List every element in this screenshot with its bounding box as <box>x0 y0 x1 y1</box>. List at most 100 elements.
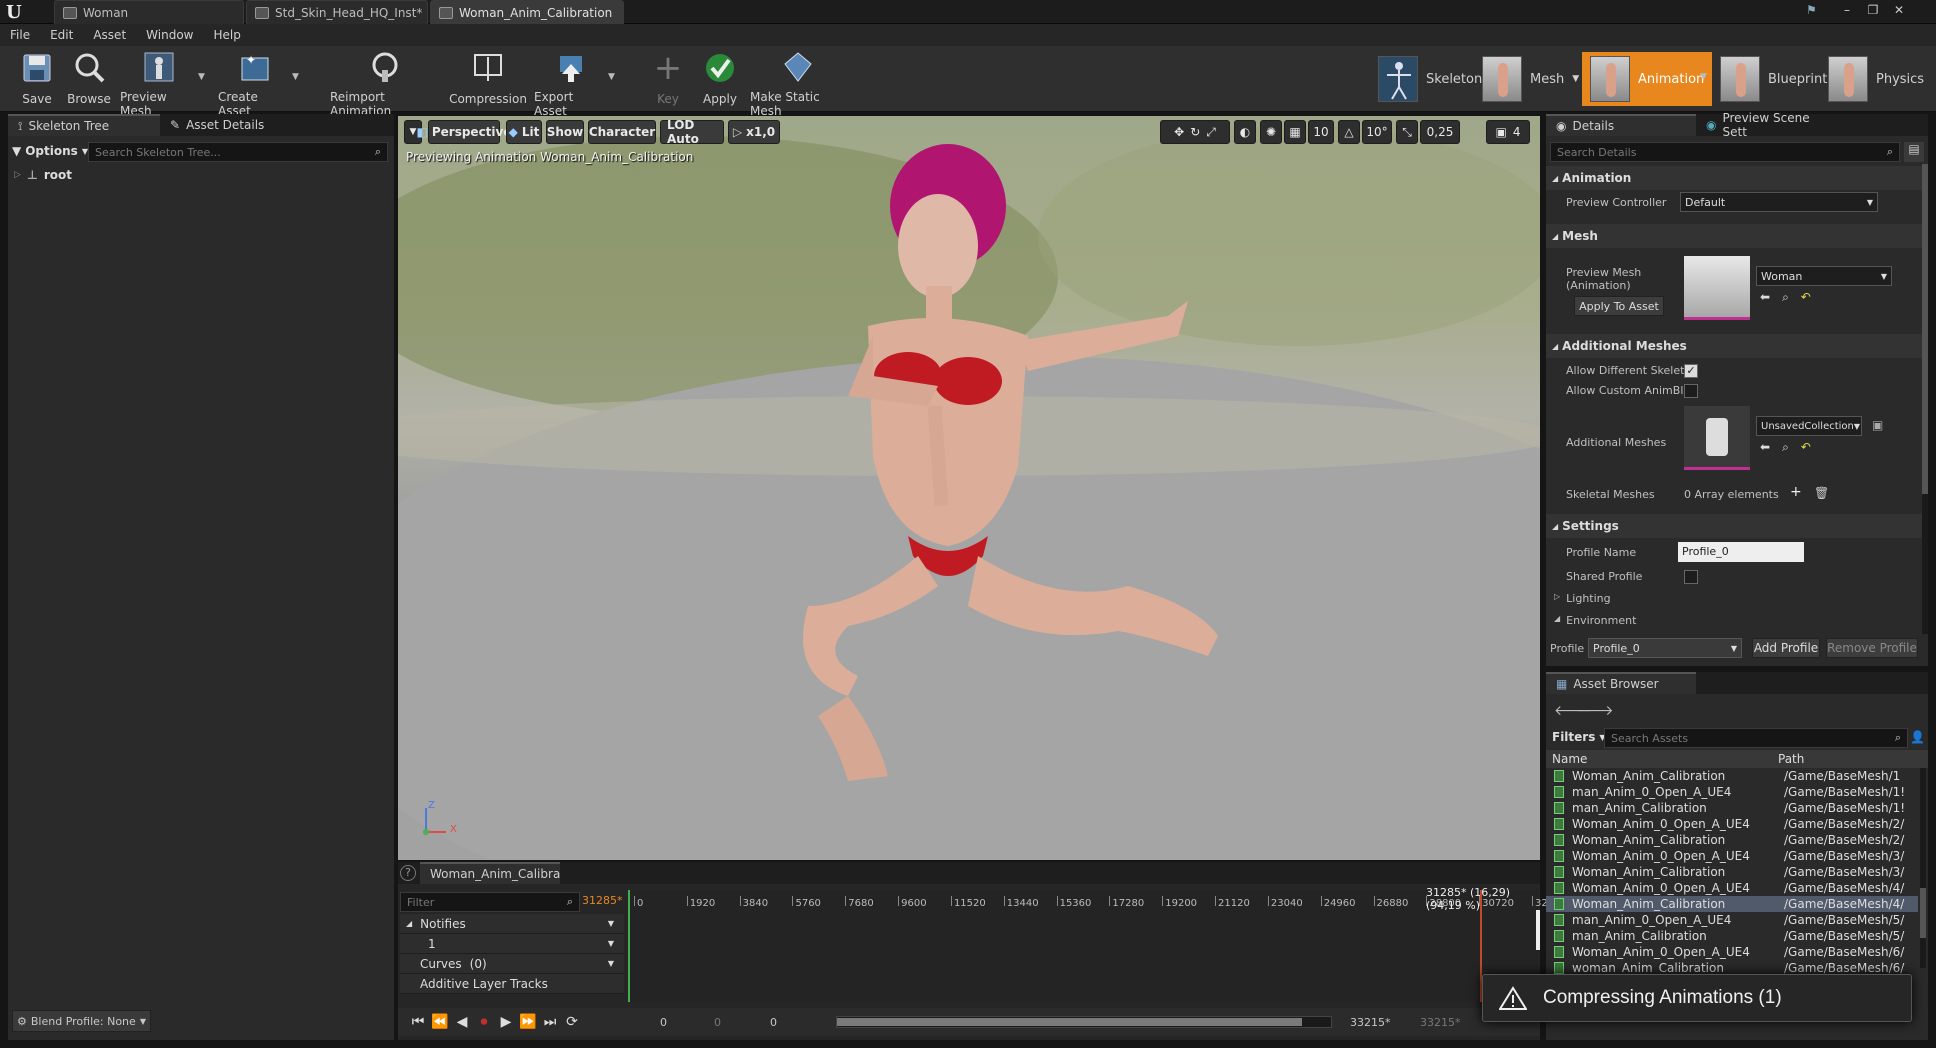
playback-speed-button[interactable]: ▷ x1,0 <box>728 120 780 144</box>
environment-group[interactable]: ◢ Environment <box>1554 614 1636 627</box>
preview-mesh-thumbnail[interactable] <box>1684 256 1750 320</box>
step-back-icon[interactable]: ⏪ <box>430 1012 450 1032</box>
mode-physics-button[interactable]: Physics <box>1820 52 1932 106</box>
allow-custom-checkbox[interactable] <box>1684 384 1698 398</box>
create-asset-dropdown-icon[interactable]: ▼ <box>292 72 302 82</box>
create-asset-button[interactable]: ✦ Create Asset <box>218 50 292 118</box>
perspective-button[interactable]: ◧ Perspective <box>417 120 512 144</box>
tab-asset-details[interactable]: ✎ Asset Details <box>160 114 310 136</box>
viewport[interactable]: ▼ ◧ Perspective ◆ Lit Show Character LOD… <box>398 116 1540 860</box>
delete-icon[interactable]: 🗑 <box>1814 486 1829 500</box>
track-notify-1[interactable]: 1 ▼ <box>400 934 624 954</box>
mode-mesh-dropdown-icon[interactable]: ▼ <box>1572 74 1579 84</box>
grid-snap-icon[interactable]: ▦ <box>1284 120 1306 144</box>
rotate-icon[interactable]: ↻ <box>1190 125 1200 139</box>
lit-button[interactable]: ◆ Lit <box>506 120 542 144</box>
asset-list-scrollbar[interactable] <box>1920 768 1926 968</box>
close-icon[interactable]: ✕ <box>1888 2 1910 18</box>
timeline-ruler[interactable]: 0 1920 3840 5760 7680 9600 11520 13440 15360 1728… <box>630 896 1548 912</box>
mode-mesh-button[interactable]: Mesh ▼ <box>1474 52 1587 106</box>
section-additional-meshes[interactable]: ◢ Additional Meshes <box>1546 334 1928 358</box>
end-frame-label[interactable]: 33215* <box>1350 1016 1391 1029</box>
add-element-icon[interactable]: + <box>1790 484 1802 500</box>
track-additive[interactable]: Additive Layer Tracks <box>400 974 624 994</box>
reset-icon[interactable]: ↶ <box>1801 440 1811 455</box>
mode-skeleton-button[interactable]: Skeleton <box>1370 52 1490 106</box>
use-selected-arrow-icon[interactable]: ⬅ <box>1760 440 1770 455</box>
tab-preview-scene[interactable]: ◉ Preview Scene Sett <box>1696 111 1846 139</box>
play-icon[interactable]: ▶ <box>496 1012 516 1032</box>
character-button[interactable]: Character <box>588 120 656 144</box>
skip-to-end-icon[interactable]: ⏭ <box>540 1012 560 1032</box>
user-icon[interactable]: 👤 <box>1910 730 1925 744</box>
rotation-snap-value[interactable]: 10° <box>1362 120 1392 144</box>
asset-row[interactable]: man_Anim_Calibration/Game/BaseMesh/1! <box>1546 800 1918 816</box>
profile-name-input[interactable]: Profile_0 <box>1678 542 1804 562</box>
asset-row[interactable]: Woman_Anim_0_Open_A_UE4/Game/BaseMesh/3/ <box>1546 848 1918 864</box>
doc-tab-material[interactable]: Std_Skin_Head_HQ_Inst* <box>246 0 428 24</box>
menu-asset[interactable]: Asset <box>83 28 136 42</box>
browse-asset-icon[interactable]: ⌕ <box>1782 290 1789 305</box>
timeline-filter-input[interactable]: Filter ⌕ <box>400 892 580 912</box>
col-name-header[interactable]: Name <box>1546 752 1778 766</box>
details-scrollbar[interactable] <box>1922 164 1928 634</box>
mode-blueprint-button[interactable]: Blueprint <box>1712 52 1835 106</box>
section-mesh[interactable]: ◢ Mesh <box>1546 224 1928 248</box>
range-b[interactable]: 0 <box>770 1016 777 1029</box>
asset-row[interactable]: Woman_Anim_0_Open_A_UE4/Game/BaseMesh/4/ <box>1546 880 1918 896</box>
preview-controller-combo[interactable]: Default ▼ <box>1680 192 1878 212</box>
make-static-mesh-button[interactable]: Make Static Mesh <box>750 50 846 118</box>
rotation-snap-icon[interactable]: △ <box>1338 120 1360 144</box>
help-icon[interactable]: ? <box>400 865 416 881</box>
shared-profile-checkbox[interactable] <box>1684 570 1698 584</box>
track-curves[interactable]: Curves (0) ▼ <box>400 954 624 974</box>
play-reverse-icon[interactable]: ◀ <box>452 1012 472 1032</box>
asset-search-input[interactable]: Search Assets ⌕ <box>1604 728 1908 748</box>
step-forward-icon[interactable]: ⏩ <box>518 1012 538 1032</box>
additional-meshes-thumbnail[interactable] <box>1684 406 1750 470</box>
allow-different-checkbox[interactable]: ✓ <box>1684 364 1698 378</box>
reset-icon[interactable]: ↶ <box>1801 290 1811 305</box>
world-local-icon[interactable]: ◐ <box>1234 120 1256 144</box>
grid-snap-value[interactable]: 10 <box>1308 120 1334 144</box>
menu-file[interactable]: File <box>0 28 40 42</box>
menu-window[interactable]: Window <box>136 28 203 42</box>
show-button[interactable]: Show <box>546 120 584 144</box>
browse-asset-icon[interactable]: ⌕ <box>1782 440 1789 455</box>
additional-meshes-combo[interactable]: UnsavedCollection ▼ <box>1756 416 1862 436</box>
range-start[interactable]: 0 <box>660 1016 667 1029</box>
asset-row[interactable]: Woman_Anim_Calibration/Game/BaseMesh/1 <box>1546 768 1918 784</box>
apply-button[interactable]: Apply <box>700 50 740 110</box>
filters-dropdown[interactable]: Filters ▼ <box>1552 730 1606 744</box>
browse-button[interactable]: Browse <box>64 50 114 110</box>
maximize-icon[interactable]: ❐ <box>1862 2 1884 18</box>
skeleton-search-input[interactable]: Search Skeleton Tree... ⌕ <box>88 142 388 162</box>
use-selected-arrow-icon[interactable]: ⬅ <box>1760 290 1770 305</box>
profile-combo[interactable]: Profile_0 ▼ <box>1588 638 1742 658</box>
asset-row[interactable]: Woman_Anim_0_Open_A_UE4/Game/BaseMesh/2/ <box>1546 816 1918 832</box>
notifies-dropdown-icon[interactable]: ▼ <box>608 919 614 928</box>
reimport-animation-button[interactable]: Reimport Animation <box>330 50 440 118</box>
remove-profile-button[interactable]: Remove Profile <box>1826 638 1918 658</box>
asset-row[interactable]: Woman_Anim_Calibration/Game/BaseMesh/2/ <box>1546 832 1918 848</box>
save-collection-icon[interactable]: ▣ <box>1872 418 1883 432</box>
asset-row[interactable]: man_Anim_Calibration/Game/BaseMesh/5/ <box>1546 928 1918 944</box>
record-icon[interactable]: ⏺ <box>474 1012 494 1032</box>
col-path-header[interactable]: Path <box>1778 752 1804 766</box>
asset-row[interactable]: Woman_Anim_0_Open_A_UE4/Game/BaseMesh/6/ <box>1546 944 1918 960</box>
scale-snap-icon[interactable]: ⤡ <box>1396 120 1418 144</box>
blend-profile-dropdown[interactable]: ⚙ Blend Profile: None ▼ <box>12 1010 151 1032</box>
preview-mesh-combo[interactable]: Woman ▼ <box>1756 266 1892 286</box>
doc-tab-animation[interactable]: Woman_Anim_Calibration <box>430 0 624 24</box>
tab-asset-browser[interactable]: ▦ Asset Browser <box>1546 672 1696 694</box>
lod-button[interactable]: LOD Auto <box>660 118 724 146</box>
mode-animation-dropdown-icon[interactable]: ▼ <box>1700 72 1707 82</box>
save-button[interactable]: Save <box>14 50 60 110</box>
forward-arrow-icon[interactable]: 🡒 <box>1576 702 1614 719</box>
range-a[interactable]: 0 <box>714 1016 721 1029</box>
timeline-track-area[interactable]: 0 1920 3840 5760 7680 9600 11520 13440 15360 1728… <box>628 886 1548 1002</box>
preview-mesh-button[interactable]: Preview Mesh <box>120 50 198 118</box>
menu-help[interactable]: Help <box>203 28 250 42</box>
minimize-icon[interactable]: – <box>1836 2 1858 18</box>
scale-icon[interactable]: ⤢ <box>1206 125 1216 140</box>
